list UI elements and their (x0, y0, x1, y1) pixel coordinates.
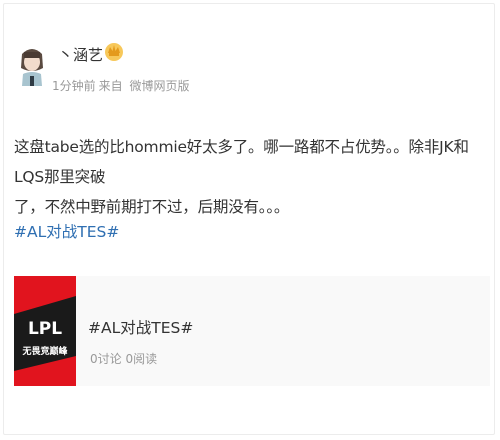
topic-card-title[interactable]: #AL对战TES# (88, 316, 193, 338)
post-text-line: 这盘tabe选的比hommie好太多了。哪一路都不占优势。。除非JK和LQS那里… (14, 138, 469, 186)
avatar[interactable] (14, 40, 50, 86)
post-text: 这盘tabe选的比hommie好太多了。哪一路都不占优势。。除非JK和LQS那里… (14, 132, 486, 222)
lpl-logo-subtext: 无畏竞巅峰 (21, 345, 68, 357)
lpl-logo-thumbnail: LPL 无畏竞巅峰 (14, 276, 76, 386)
post-meta: 1分钟前 来自 微博网页版 (52, 77, 193, 94)
post-text-line: 了，不然中野前期打不过，后期没有。。。 (14, 198, 290, 216)
topic-card-stats: 0讨论 0阅读 (90, 352, 158, 366)
post-time[interactable]: 1分钟前 (52, 79, 96, 93)
hashtag-link[interactable]: #AL对战TES# (14, 220, 119, 242)
topic-card[interactable]: LPL 无畏竞巅峰 #AL对战TES# 0讨论 0阅读 (14, 276, 490, 386)
post-source[interactable]: 微博网页版 (129, 79, 189, 93)
vip-crown-icon[interactable] (104, 40, 124, 62)
source-prefix: 来自 (98, 79, 123, 93)
lpl-logo-text: LPL (28, 319, 62, 339)
user-name[interactable]: 丶涵艺 (58, 44, 103, 65)
